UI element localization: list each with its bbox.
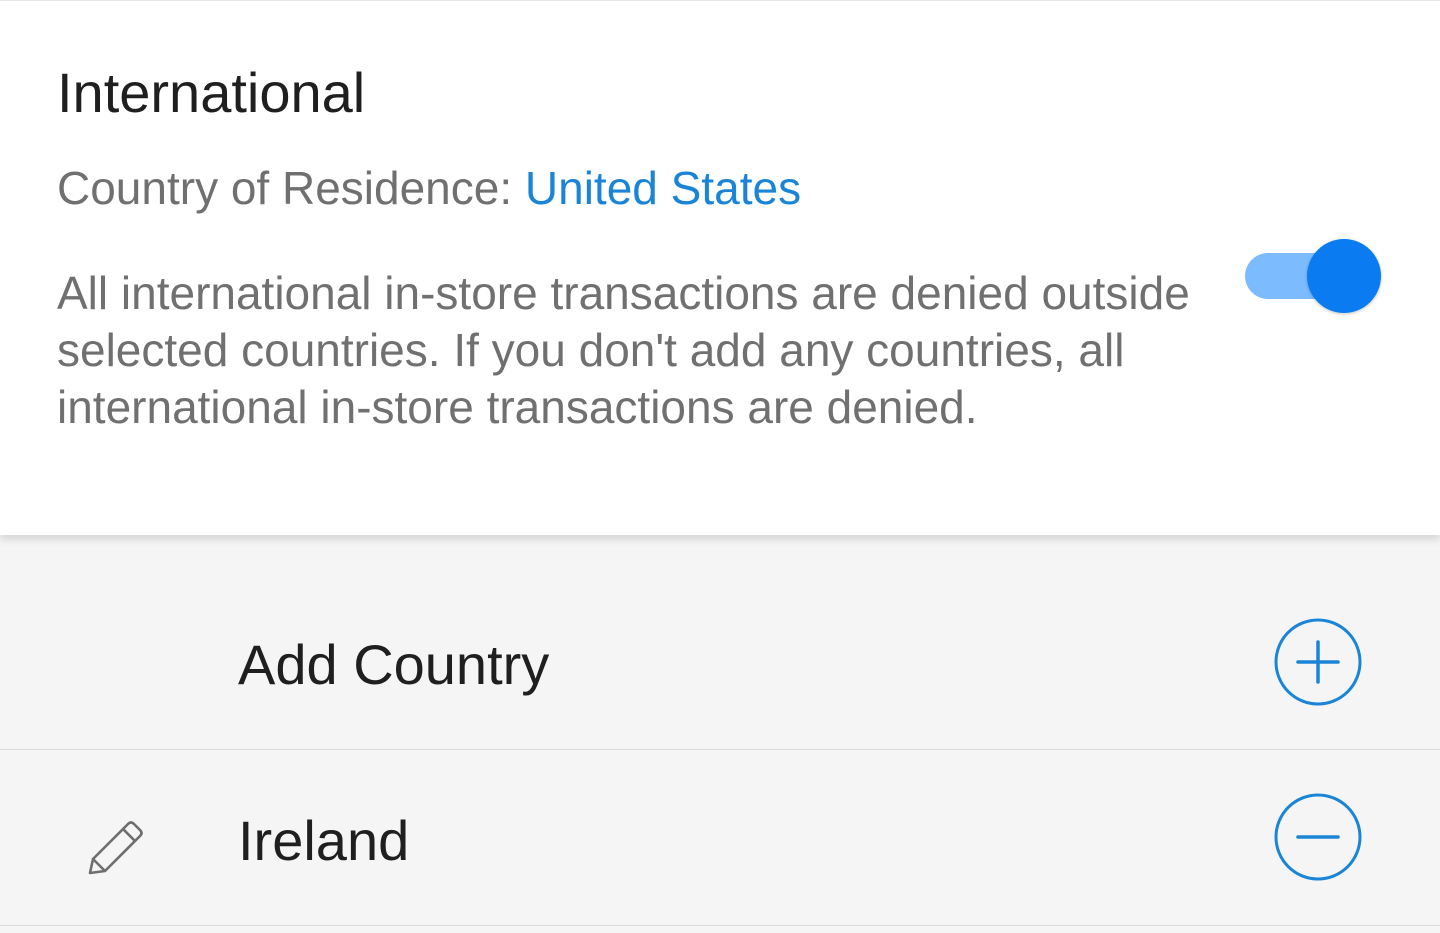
page: International Country of Residence: Unit… bbox=[0, 0, 1440, 933]
add-country-row[interactable]: Add Country bbox=[0, 535, 1440, 750]
section-title: International bbox=[57, 61, 366, 124]
pencil-icon[interactable] bbox=[84, 815, 148, 879]
country-label: Ireland bbox=[238, 809, 410, 872]
international-card: International Country of Residence: Unit… bbox=[0, 0, 1440, 535]
residence-country-link[interactable]: United States bbox=[525, 162, 801, 214]
plus-circle-icon[interactable] bbox=[1274, 618, 1362, 706]
country-row-ireland: Ireland bbox=[0, 751, 1440, 926]
minus-circle-icon[interactable] bbox=[1274, 793, 1362, 881]
toggle-knob bbox=[1307, 239, 1381, 313]
international-description: All international in-store transactions … bbox=[57, 267, 1190, 433]
add-country-label: Add Country bbox=[238, 633, 550, 696]
residence-line: Country of Residence: United States bbox=[57, 159, 801, 217]
international-toggle[interactable] bbox=[1243, 239, 1383, 313]
residence-label: Country of Residence: bbox=[57, 162, 525, 214]
